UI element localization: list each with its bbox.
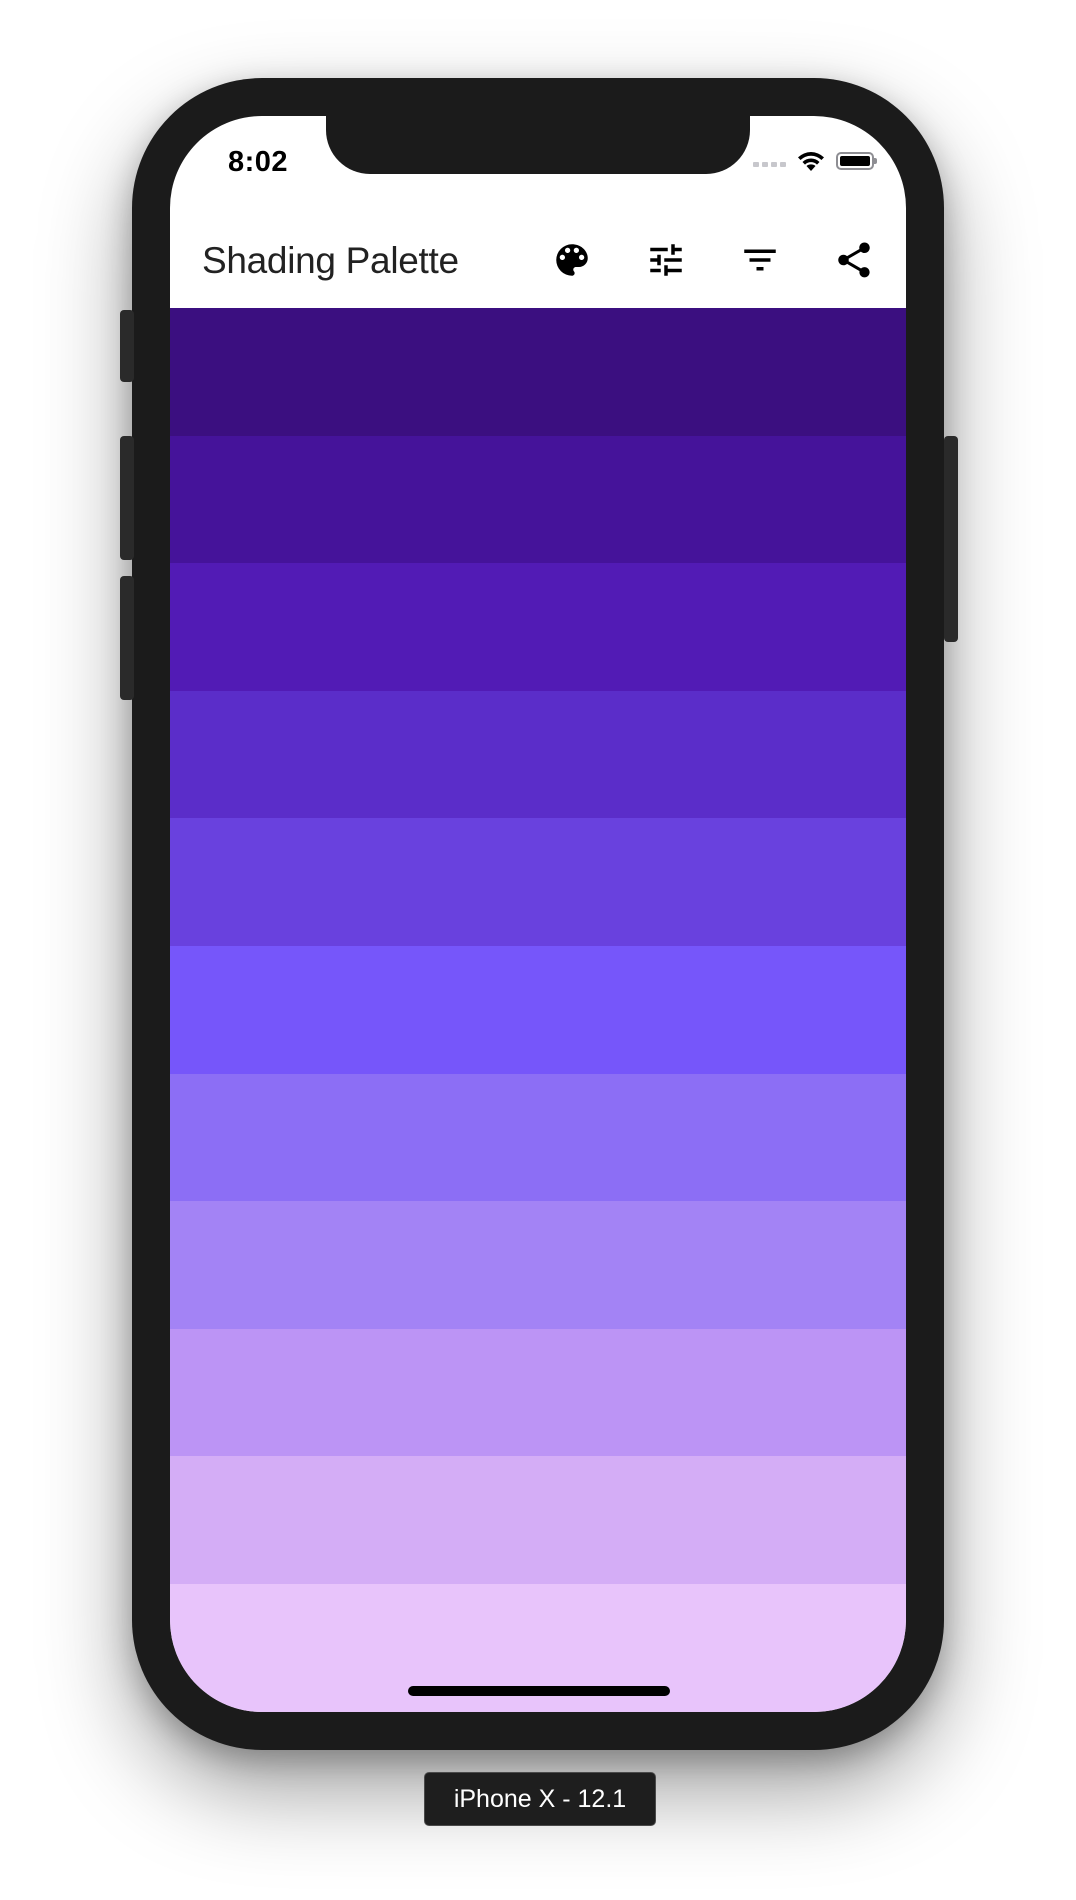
shade-row[interactable] — [170, 308, 906, 436]
shade-row[interactable] — [170, 563, 906, 691]
app-title: Shading Palette — [202, 240, 459, 281]
shade-row[interactable] — [170, 690, 906, 819]
status-time: 8:02 — [228, 146, 289, 178]
shade-row[interactable] — [170, 1201, 906, 1329]
app-bar: Shading Palette — [170, 212, 906, 308]
device-screen: 8:02 Shading Palette — [170, 116, 906, 1712]
volume-down-button — [120, 576, 134, 700]
battery-icon — [836, 152, 877, 170]
wifi-icon — [798, 152, 824, 171]
shade-row[interactable] — [170, 945, 906, 1074]
share-button[interactable] — [814, 230, 894, 290]
home-indicator[interactable] — [408, 1686, 670, 1696]
simulator-stage: 8:02 Shading Palette iPhone X - 12.1 — [0, 0, 1076, 1900]
status-indicators — [753, 146, 877, 176]
shade-row[interactable] — [170, 1456, 906, 1584]
shade-row[interactable] — [170, 818, 906, 946]
share-icon — [838, 242, 870, 278]
device-label: iPhone X - 12.1 — [424, 1772, 656, 1826]
mute-switch — [120, 310, 134, 382]
app-bar-actions — [532, 230, 894, 290]
filter-icon — [744, 249, 776, 271]
volume-up-button — [120, 436, 134, 560]
filter-button[interactable] — [720, 230, 800, 290]
palette-button[interactable] — [532, 230, 612, 290]
cellular-signal-icon — [753, 155, 786, 167]
power-button — [944, 436, 958, 642]
notch — [326, 116, 750, 174]
shade-row[interactable] — [170, 1073, 906, 1202]
shade-list — [170, 308, 906, 1712]
tune-button[interactable] — [626, 230, 706, 290]
shade-row[interactable] — [170, 435, 906, 564]
tune-icon — [650, 244, 682, 276]
shade-row[interactable] — [170, 1328, 906, 1457]
palette-icon — [556, 244, 588, 276]
